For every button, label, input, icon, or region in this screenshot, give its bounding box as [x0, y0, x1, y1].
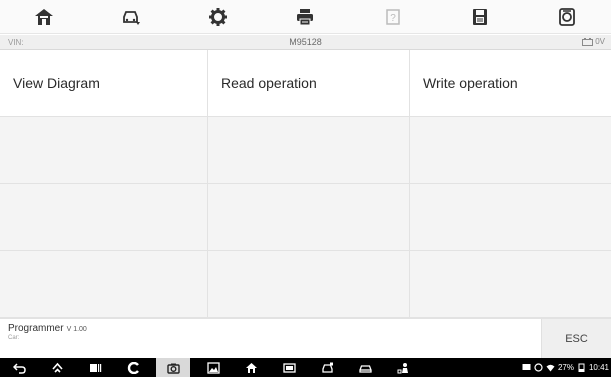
grid-cell [0, 251, 208, 318]
data-logging-icon [559, 8, 576, 26]
car-button[interactable] [346, 358, 384, 377]
camera-button[interactable] [156, 358, 190, 377]
home-icon [51, 362, 63, 373]
grid-cell [208, 251, 410, 318]
grid-cell [208, 184, 410, 251]
save-button[interactable] [436, 0, 523, 34]
app-version: V 1.00 [66, 326, 87, 333]
vci-button[interactable] [270, 358, 308, 377]
status-area: 27% 10:41 [522, 358, 609, 377]
read-operation-button[interactable]: Read operation [208, 50, 410, 117]
wifi-icon [546, 364, 555, 372]
home-icon [34, 9, 53, 25]
car-icon [358, 364, 372, 373]
screenshot-icon [206, 361, 220, 374]
app-name: Programmer [8, 323, 64, 334]
function-grid: View Diagram Read operation Write operat… [0, 50, 611, 318]
write-operation-button[interactable]: Write operation [410, 50, 611, 117]
view-diagram-button[interactable]: View Diagram [0, 50, 208, 117]
grid-cell [410, 117, 611, 184]
vehicle-model: M95128 [289, 37, 322, 47]
vehicle-service-button[interactable] [308, 358, 346, 377]
vehicle-swap-icon [123, 11, 140, 25]
grid-cell [208, 117, 410, 184]
browser-icon [127, 361, 139, 374]
printer-icon [297, 9, 314, 26]
car-label: Car: [8, 335, 20, 341]
print-button[interactable] [262, 0, 349, 34]
battery-icon [582, 37, 594, 46]
data-logging-button[interactable] [524, 0, 611, 34]
save-icon [473, 9, 488, 25]
grid-cell [410, 184, 611, 251]
help-icon: ? [386, 9, 400, 25]
grid-cell [410, 251, 611, 318]
settings-button[interactable] [175, 0, 262, 34]
esc-button[interactable]: ESC [541, 319, 611, 359]
autel-home-button[interactable] [232, 358, 270, 377]
camera-icon [166, 363, 180, 374]
notification-icon [534, 363, 543, 372]
recent-apps-icon [89, 363, 101, 372]
vin-bar: VIN: M95128 0V [0, 35, 611, 50]
vehicle-swap-button[interactable] [87, 0, 174, 34]
app-title: Programmer V 1.00 [8, 323, 87, 334]
clock: 10:41 [588, 363, 609, 372]
grid-cell [0, 184, 208, 251]
back-icon [12, 362, 26, 374]
screenshot-button[interactable] [194, 358, 232, 377]
vci-icon [282, 362, 296, 373]
grid-cell [0, 117, 208, 184]
help-button[interactable]: ? [349, 0, 436, 34]
home-button[interactable] [0, 0, 87, 34]
footer-bar: Programmer V 1.00 Car: ESC [0, 318, 611, 359]
back-button[interactable] [0, 358, 38, 377]
vehicle-service-icon [321, 362, 333, 373]
battery-percent: 27% [557, 363, 574, 372]
voltage-value: 0V [595, 37, 605, 46]
svg-text:?: ? [390, 13, 396, 24]
message-icon [522, 364, 531, 370]
battery-voltage: 0V [582, 37, 605, 46]
browser-button[interactable] [114, 358, 152, 377]
mechanic-icon [397, 362, 408, 373]
programmer-screen: ? VIN: M95128 0V View Diagram Read opera… [0, 0, 611, 377]
top-toolbar: ? [0, 0, 611, 34]
mechanic-button[interactable] [384, 358, 422, 377]
recent-apps-button[interactable] [76, 358, 114, 377]
battery-icon [578, 363, 585, 372]
gear-icon [209, 8, 228, 26]
autel-home-icon [245, 362, 257, 373]
nav-home-button[interactable] [38, 358, 76, 377]
system-nav-bar: 27% 10:41 [0, 358, 611, 377]
